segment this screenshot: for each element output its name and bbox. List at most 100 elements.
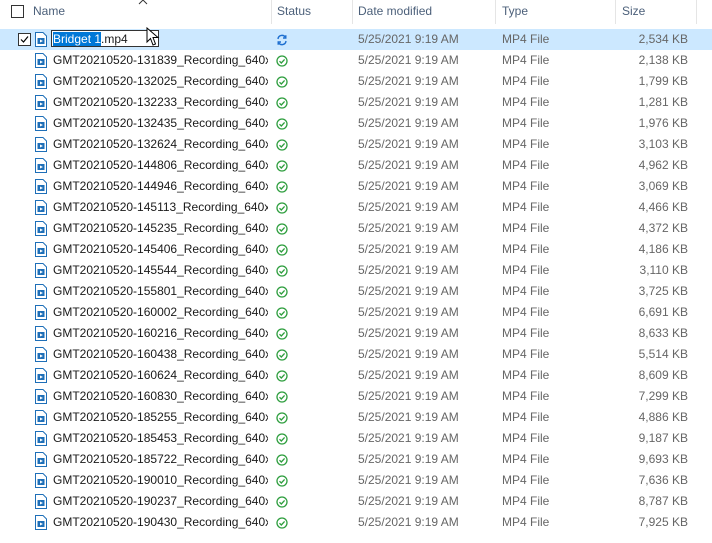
- synced-check-icon: [276, 349, 288, 361]
- file-type: MP4 File: [502, 326, 550, 340]
- file-row[interactable]: GMT20210520-145406_Recording_640x… 5/25/2…: [0, 239, 712, 260]
- file-size: 1,799 KB: [638, 74, 688, 88]
- column-header-date-modified[interactable]: Date modified: [358, 0, 432, 24]
- file-type: MP4 File: [502, 431, 550, 445]
- file-size: 3,103 KB: [638, 137, 688, 151]
- synced-check-icon: [276, 223, 288, 235]
- file-row[interactable]: GMT20210520-190430_Recording_640x… 5/25/2…: [0, 512, 712, 533]
- file-row[interactable]: GMT20210520-131839_Recording_640x… 5/25/2…: [0, 50, 712, 71]
- column-header-name[interactable]: Name: [33, 0, 65, 24]
- file-name: GMT20210520-160002_Recording_640x…: [53, 305, 268, 319]
- column-divider[interactable]: [495, 0, 496, 24]
- file-size: 9,187 KB: [638, 431, 688, 445]
- date-modified: 5/25/2021 9:19 AM: [358, 32, 459, 46]
- file-row[interactable]: GMT20210520-190010_Recording_640x… 5/25/2…: [0, 470, 712, 491]
- date-modified: 5/25/2021 9:19 AM: [358, 305, 459, 319]
- file-row[interactable]: GMT20210520-185255_Recording_640x… 5/25/2…: [0, 407, 712, 428]
- mp4-file-icon: [35, 368, 47, 383]
- date-modified: 5/25/2021 9:19 AM: [358, 200, 459, 214]
- file-name: GMT20210520-145235_Recording_640x…: [53, 221, 268, 235]
- file-row[interactable]: GMT20210520-160438_Recording_640x… 5/25/2…: [0, 344, 712, 365]
- file-type: MP4 File: [502, 242, 550, 256]
- file-size: 1,281 KB: [638, 95, 688, 109]
- file-name: GMT20210520-144806_Recording_640x…: [53, 158, 268, 172]
- select-all-checkbox[interactable]: [11, 5, 24, 18]
- mp4-file-icon: [35, 137, 47, 152]
- date-modified: 5/25/2021 9:19 AM: [358, 74, 459, 88]
- date-modified: 5/25/2021 9:19 AM: [358, 326, 459, 340]
- synced-check-icon: [276, 118, 288, 130]
- row-checkbox[interactable]: [18, 33, 31, 46]
- column-divider[interactable]: [352, 0, 353, 24]
- mp4-file-icon: [35, 95, 47, 110]
- synced-check-icon: [276, 139, 288, 151]
- file-row[interactable]: GMT20210520-160002_Recording_640x… 5/25/2…: [0, 302, 712, 323]
- file-row[interactable]: GMT20210520-132233_Recording_640x… 5/25/2…: [0, 92, 712, 113]
- file-name: GMT20210520-190010_Recording_640x…: [53, 473, 268, 487]
- mp4-file-icon: [35, 431, 47, 446]
- file-type: MP4 File: [502, 137, 550, 151]
- synced-check-icon: [276, 328, 288, 340]
- file-row[interactable]: GMT20210520-185453_Recording_640x… 5/25/2…: [0, 428, 712, 449]
- date-modified: 5/25/2021 9:19 AM: [358, 242, 459, 256]
- column-header-type[interactable]: Type: [502, 0, 528, 24]
- date-modified: 5/25/2021 9:19 AM: [358, 515, 459, 529]
- file-name: GMT20210520-185255_Recording_640x…: [53, 410, 268, 424]
- file-size: 4,186 KB: [638, 242, 688, 256]
- file-row[interactable]: GMT20210520-160216_Recording_640x… 5/25/2…: [0, 323, 712, 344]
- date-modified: 5/25/2021 9:19 AM: [358, 95, 459, 109]
- rename-selected-text: Bridget 1: [53, 32, 102, 46]
- file-name: GMT20210520-185722_Recording_640x…: [53, 452, 268, 466]
- file-name: GMT20210520-132025_Recording_640x…: [53, 74, 268, 88]
- rename-input[interactable]: Bridget 1.mp4: [51, 30, 159, 47]
- column-divider[interactable]: [615, 0, 616, 24]
- file-size: 4,886 KB: [638, 410, 688, 424]
- file-row[interactable]: GMT20210520-132025_Recording_640x… 5/25/2…: [0, 71, 712, 92]
- mouse-pointer-icon: [146, 27, 160, 46]
- file-row[interactable]: GMT20210520-155801_Recording_640x… 5/25/2…: [0, 281, 712, 302]
- file-row[interactable]: GMT20210520-160830_Recording_640x… 5/25/2…: [0, 386, 712, 407]
- mp4-file-icon: [35, 494, 47, 509]
- file-row[interactable]: GMT20210520-145544_Recording_640x… 5/25/2…: [0, 260, 712, 281]
- column-header-status[interactable]: Status: [277, 0, 311, 24]
- synced-check-icon: [276, 517, 288, 529]
- synced-check-icon: [276, 76, 288, 88]
- date-modified: 5/25/2021 9:19 AM: [358, 158, 459, 172]
- column-header-size[interactable]: Size: [622, 0, 645, 24]
- mp4-file-icon: [35, 284, 47, 299]
- date-modified: 5/25/2021 9:19 AM: [358, 389, 459, 403]
- file-row[interactable]: GMT20210520-132435_Recording_640x… 5/25/2…: [0, 113, 712, 134]
- mp4-file-icon: [35, 74, 47, 89]
- rename-extension-text: .mp4: [101, 32, 128, 46]
- file-type: MP4 File: [502, 221, 550, 235]
- file-row[interactable]: GMT20210520-145113_Recording_640x… 5/25/2…: [0, 197, 712, 218]
- file-type: MP4 File: [502, 515, 550, 529]
- sync-icon: [276, 34, 288, 46]
- file-row[interactable]: GMT20210520-144806_Recording_640x… 5/25/2…: [0, 155, 712, 176]
- file-size: 7,636 KB: [638, 473, 688, 487]
- file-row[interactable]: GMT20210520-160624_Recording_640x… 5/25/2…: [0, 365, 712, 386]
- file-type: MP4 File: [502, 410, 550, 424]
- file-row[interactable]: Bridget 1.mp4 5/25/2021 9:19 AM MP4 File 2,…: [0, 29, 712, 50]
- file-row[interactable]: GMT20210520-185722_Recording_640x… 5/25/2…: [0, 449, 712, 470]
- file-size: 2,138 KB: [638, 53, 688, 67]
- file-row[interactable]: GMT20210520-144946_Recording_640x… 5/25/2…: [0, 176, 712, 197]
- date-modified: 5/25/2021 9:19 AM: [358, 452, 459, 466]
- mp4-file-icon: [35, 158, 47, 173]
- file-row[interactable]: GMT20210520-145235_Recording_640x… 5/25/2…: [0, 218, 712, 239]
- column-divider[interactable]: [271, 0, 272, 24]
- file-row[interactable]: GMT20210520-190237_Recording_640x… 5/25/2…: [0, 491, 712, 512]
- file-size: 7,925 KB: [638, 515, 688, 529]
- file-name: GMT20210520-190237_Recording_640x…: [53, 494, 268, 508]
- file-size: 9,693 KB: [638, 452, 688, 466]
- file-row[interactable]: GMT20210520-132624_Recording_640x… 5/25/2…: [0, 134, 712, 155]
- file-type: MP4 File: [502, 158, 550, 172]
- column-divider[interactable]: [696, 0, 697, 24]
- mp4-file-icon: [35, 347, 47, 362]
- mp4-file-icon: [35, 242, 47, 257]
- file-size: 2,534 KB: [638, 32, 688, 46]
- file-size: 4,372 KB: [638, 221, 688, 235]
- file-name: GMT20210520-144946_Recording_640x…: [53, 179, 268, 193]
- file-name: GMT20210520-145406_Recording_640x…: [53, 242, 268, 256]
- file-name: GMT20210520-132233_Recording_640x…: [53, 95, 268, 109]
